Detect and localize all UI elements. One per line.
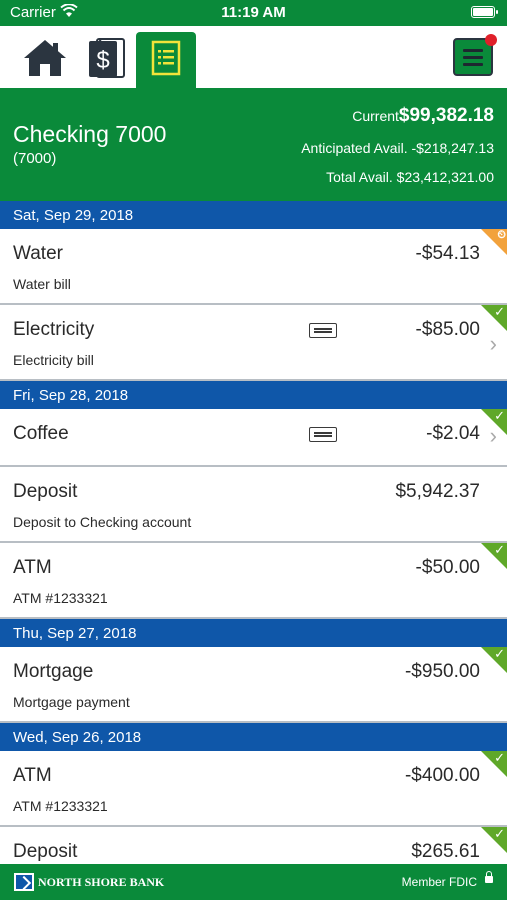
- transaction-row[interactable]: Deposit $265.61 ✓: [0, 826, 507, 864]
- chevron-right-icon: ›: [489, 331, 497, 356]
- total-balance: Total Avail. $23,412,321.00: [326, 169, 494, 185]
- footer: NORTH SHORE BANK Member FDIC: [0, 864, 507, 900]
- date-header: Fri, Sep 28, 2018: [0, 381, 507, 409]
- check-icon: ✓: [494, 646, 505, 661]
- account-name: Checking 7000: [13, 121, 167, 147]
- transaction-row[interactable]: Water Water bill -$54.13 ⏲: [0, 229, 507, 305]
- transaction-memo: Mortgage payment: [13, 694, 130, 710]
- transaction-row[interactable]: ATM ATM #1233321 -$50.00 ✓: [0, 542, 507, 619]
- account-number: (7000): [13, 150, 57, 167]
- receipt-icon[interactable]: [309, 323, 337, 338]
- clock-icon: ⏲: [497, 229, 506, 241]
- receipt-icon[interactable]: [309, 427, 337, 442]
- transaction-amount: -$54.13: [415, 243, 480, 264]
- transaction-name: Mortgage: [13, 661, 94, 682]
- current-balance-label: Current: [352, 108, 399, 124]
- check-icon: ✓: [494, 542, 505, 557]
- transaction-amount: -$950.00: [404, 661, 480, 682]
- check-icon: ✓: [494, 750, 505, 765]
- member-fdic-label: Member FDIC: [401, 875, 477, 889]
- transaction-name: Water: [13, 243, 63, 264]
- current-balance: Current$99,382.18: [352, 105, 494, 127]
- transaction-amount: -$2.04: [426, 423, 480, 444]
- transaction-memo: Electricity bill: [13, 352, 94, 368]
- date-header: Wed, Sep 26, 2018: [0, 723, 507, 751]
- tab-accounts[interactable]: $: [76, 32, 138, 88]
- account-summary: Checking 7000 (7000) Current$99,382.18 A…: [0, 88, 507, 201]
- date-header: Sat, Sep 29, 2018: [0, 201, 507, 229]
- clock-label: 11:19 AM: [221, 4, 286, 21]
- transaction-memo: ATM #1233321: [13, 590, 108, 606]
- current-balance-amount: $99,382.18: [398, 105, 494, 126]
- transaction-amount: -$85.00: [415, 319, 480, 340]
- transaction-name: Electricity: [13, 319, 95, 340]
- home-icon: [22, 38, 68, 83]
- transaction-amount: -$400.00: [404, 765, 480, 786]
- notification-badge: [485, 34, 497, 46]
- bank-logo-icon: [14, 873, 34, 891]
- menu-icon: [463, 48, 483, 52]
- transaction-row[interactable]: Deposit Deposit to Checking account $5,9…: [0, 467, 507, 543]
- check-icon: ✓: [494, 826, 505, 841]
- transaction-memo: Water bill: [13, 276, 71, 292]
- check-icon: ✓: [494, 408, 505, 423]
- date-header: Thu, Sep 27, 2018: [0, 619, 507, 647]
- battery-icon: [471, 6, 498, 18]
- transaction-memo: ATM #1233321: [13, 798, 108, 814]
- check-icon: ✓: [494, 304, 505, 319]
- accounts-icon: $: [87, 37, 127, 84]
- tab-register[interactable]: [136, 32, 196, 88]
- anticipated-balance: Anticipated Avail. -$218,247.13: [301, 140, 494, 156]
- status-bar: Carrier 11:19 AM: [0, 0, 507, 26]
- transaction-name: Coffee: [13, 423, 69, 444]
- svg-text:$: $: [96, 47, 109, 74]
- tab-bar: $: [0, 26, 507, 88]
- register-icon: [151, 40, 181, 81]
- transaction-row[interactable]: Coffee -$2.04 › ✓: [0, 408, 507, 467]
- transaction-name: ATM: [13, 765, 52, 786]
- transaction-name: Deposit: [13, 481, 78, 502]
- transaction-amount: $5,942.37: [395, 481, 480, 502]
- transaction-row[interactable]: Electricity Electricity bill -$85.00 › ✓: [0, 304, 507, 381]
- transaction-row[interactable]: Mortgage Mortgage payment -$950.00 ✓: [0, 646, 507, 723]
- menu-button[interactable]: [453, 34, 497, 76]
- transaction-memo: Deposit to Checking account: [13, 514, 192, 530]
- transaction-list[interactable]: Sat, Sep 29, 2018 Water Water bill -$54.…: [0, 201, 507, 864]
- transaction-amount: -$50.00: [415, 557, 480, 578]
- transaction-amount: $265.61: [411, 841, 480, 862]
- transaction-row[interactable]: ATM ATM #1233321 -$400.00 ✓: [0, 750, 507, 827]
- transaction-name: Deposit: [13, 841, 78, 862]
- lock-icon: [485, 871, 493, 883]
- bank-name: NORTH SHORE BANK: [38, 875, 165, 889]
- transaction-name: ATM: [13, 557, 52, 578]
- tab-home[interactable]: [14, 32, 76, 88]
